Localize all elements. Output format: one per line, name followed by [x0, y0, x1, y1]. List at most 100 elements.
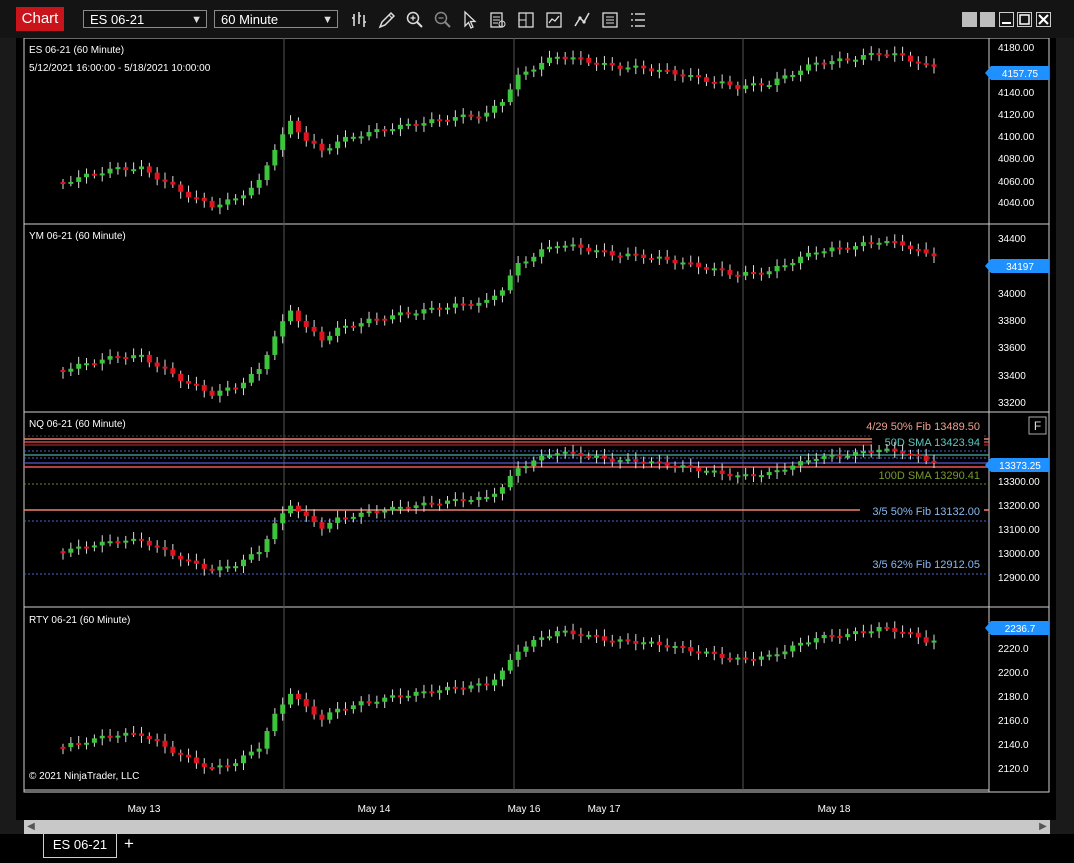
maximize-icon[interactable] [1017, 12, 1032, 27]
candle-body [154, 362, 160, 367]
candle-body [240, 559, 246, 567]
chart-area[interactable]: ES 06-21 (60 Minute) 5/12/2021 16:00:00 … [16, 37, 1056, 820]
sma-label: 100D SMA 13290.41 [878, 470, 980, 482]
scroll-right-icon[interactable]: ▶ [1036, 820, 1050, 834]
add-tab-button[interactable]: + [120, 835, 138, 855]
candle-body [617, 639, 623, 642]
candle-body [892, 628, 898, 632]
horizontal-scrollbar[interactable]: ◀ ▶ [24, 820, 1050, 834]
chart-trader-icon[interactable] [516, 10, 536, 30]
candle-body [860, 451, 866, 454]
candle-body [727, 81, 733, 86]
minimize-icon[interactable] [999, 12, 1014, 27]
chart-canvas[interactable]: ES 06-21 (60 Minute) 5/12/2021 16:00:00 … [16, 37, 1056, 820]
candle-body [751, 658, 757, 661]
candle-body [460, 303, 466, 306]
zoom-out-icon[interactable] [433, 10, 453, 30]
candle-body [405, 695, 411, 698]
price-marker: 13373.25 [985, 458, 1049, 472]
candle-body [421, 309, 427, 314]
tile-icon[interactable] [980, 12, 995, 27]
candle-body [374, 701, 380, 704]
candle-body [358, 323, 364, 327]
x-tick: May 18 [818, 804, 851, 815]
candle-body [609, 458, 615, 462]
chart-toolbar: Chart ES 06-21 ▼ 60 Minute ▼ [0, 0, 1074, 38]
candle-body [429, 119, 435, 124]
data-box-icon[interactable] [488, 10, 508, 30]
close-icon[interactable] [1036, 12, 1051, 27]
flatten-button[interactable]: F [1028, 416, 1047, 435]
candle-body [366, 318, 372, 324]
candle-body [437, 690, 443, 693]
indicators-icon[interactable] [572, 10, 592, 30]
instrument-selector[interactable]: ES 06-21 ▼ [83, 10, 207, 28]
candle-body [319, 714, 325, 720]
candle-body [876, 52, 882, 55]
candle-body [288, 693, 294, 705]
candle-body [821, 62, 827, 65]
candle-body [703, 267, 709, 270]
candle-body [350, 136, 356, 139]
candle-body [303, 511, 309, 517]
tab-bar: ES 06-21 + [0, 834, 1074, 863]
candle-body [217, 566, 223, 571]
candle-body [421, 691, 427, 694]
candle-body [484, 112, 490, 117]
candle-body [774, 265, 780, 272]
drawing-pencil-icon[interactable] [377, 10, 397, 30]
candle-body [554, 246, 560, 249]
candle-body [170, 549, 176, 556]
candle-body [499, 102, 505, 106]
candle-body [735, 657, 741, 660]
candle-body [860, 631, 866, 634]
interval-selector[interactable]: 60 Minute ▼ [214, 10, 338, 28]
candle-body [374, 318, 380, 321]
candle-body [413, 123, 419, 126]
panel-title: ES 06-21 (60 Minute) [29, 45, 124, 56]
candle-body [735, 274, 741, 277]
candle-body [617, 460, 623, 463]
candle-body [900, 53, 906, 56]
list-icon[interactable] [628, 10, 648, 30]
pointer-icon[interactable] [460, 10, 480, 30]
candle-body [562, 56, 568, 60]
candle-body [342, 136, 348, 142]
candle-body [311, 516, 317, 523]
scroll-left-icon[interactable]: ◀ [24, 820, 38, 834]
properties-icon[interactable] [600, 10, 620, 30]
candle-body [641, 461, 647, 464]
candle-body [193, 757, 199, 764]
candle-body [76, 546, 82, 549]
candle-body [162, 366, 168, 369]
candle-body [758, 272, 764, 275]
candle-body [664, 462, 670, 466]
candle-body [209, 767, 215, 770]
candle-body [115, 541, 121, 544]
candle-body [288, 505, 294, 514]
candle-body [405, 506, 411, 509]
candle-body [413, 313, 419, 316]
candle-body [727, 658, 733, 661]
candle-body [327, 148, 333, 151]
candle-body [107, 356, 113, 360]
tile-icon[interactable] [962, 12, 977, 27]
zoom-in-icon[interactable] [405, 10, 425, 30]
candle-body [664, 256, 670, 260]
y-tick: 34400 [998, 234, 1026, 245]
candle-body [146, 540, 152, 546]
candle-body [868, 631, 874, 634]
candle-body [138, 166, 144, 170]
candle-body [531, 256, 537, 262]
chevron-down-icon: ▼ [191, 14, 202, 26]
candle-body [350, 516, 356, 519]
y-tick: 13100.00 [998, 525, 1040, 536]
candle-body [248, 554, 254, 560]
panel-title: YM 06-21 (60 Minute) [29, 231, 126, 242]
bars-type-icon[interactable] [350, 10, 370, 30]
candle-body [798, 642, 804, 646]
strategies-icon[interactable] [544, 10, 564, 30]
candle-body [484, 299, 490, 303]
candle-body [664, 69, 670, 72]
tab-es-06-21[interactable]: ES 06-21 [43, 834, 117, 858]
